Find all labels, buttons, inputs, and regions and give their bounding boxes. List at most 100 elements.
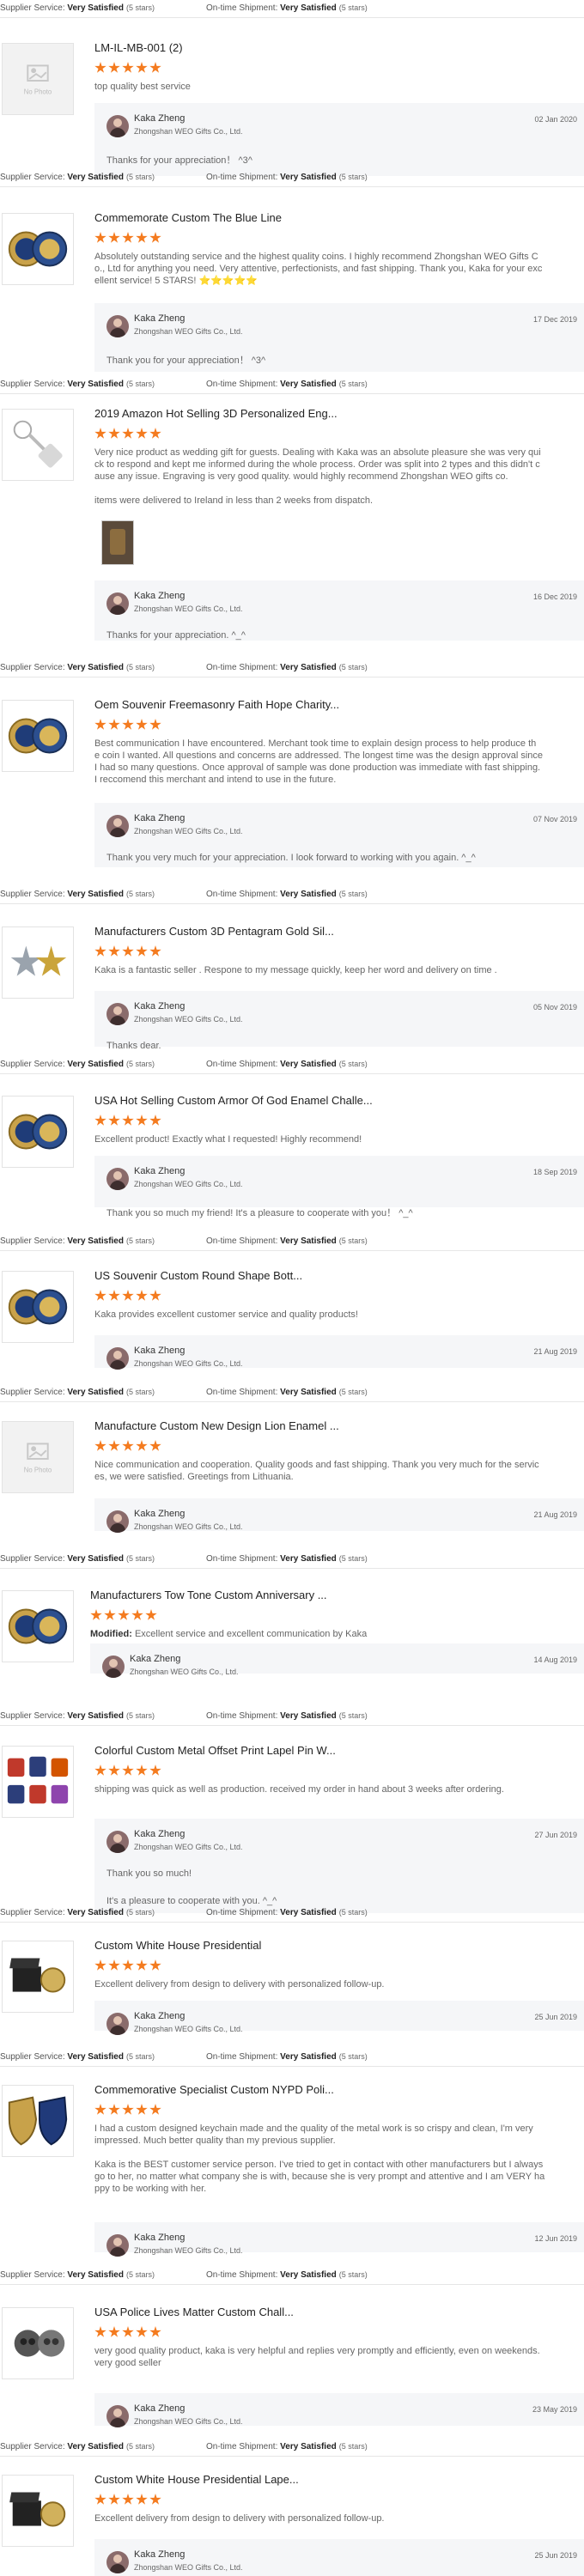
product-thumbnail[interactable]: [2, 2085, 74, 2157]
product-thumbnail[interactable]: [2, 927, 74, 999]
product-thumbnail[interactable]: [2, 2475, 74, 2547]
review-text-line: Nice communication and cooperation. Qual…: [94, 1460, 539, 1470]
reply-company: Zhongshan WEO Gifts Co., Ltd.: [134, 1522, 243, 1531]
product-thumbnail[interactable]: No Photo: [2, 43, 74, 115]
review-text-line: Kaka is the BEST customer service person…: [94, 2160, 544, 2170]
star-badge-icon: [3, 927, 73, 998]
rating-summary: Supplier Service: Very Satisfied (5 stars…: [0, 1551, 584, 1566]
star-icon: [108, 1115, 120, 1126]
star-icon: [136, 945, 148, 957]
product-thumbnail[interactable]: [2, 1746, 74, 1818]
product-thumbnail[interactable]: [2, 700, 74, 772]
product-thumbnail[interactable]: No Photo: [2, 1421, 74, 1493]
supplier-service-stars: (5 stars): [125, 2052, 155, 2061]
star-icon: [145, 1609, 157, 1620]
avatar: [106, 2405, 129, 2427]
ontime-shipment-label: On-time Shipment:: [206, 1388, 281, 1397]
reply-date: 21 Aug 2019: [533, 1347, 577, 1356]
reviews-page: Supplier Service: Very Satisfied (5 stars…: [0, 0, 584, 2576]
star-icon: [136, 1290, 148, 1301]
star-icon: [108, 2326, 120, 2337]
reply-author-name: Kaka Zheng: [134, 591, 186, 601]
product-title-link[interactable]: LM-IL-MB-001 (2): [94, 41, 183, 54]
reply-date: 07 Nov 2019: [532, 815, 577, 823]
ontime-shipment-label: On-time Shipment:: [206, 890, 281, 899]
star-icon: [94, 232, 106, 243]
reply-author-name: Kaka Zheng: [134, 1001, 186, 1012]
supplier-service-value: Very Satisfied: [67, 1554, 124, 1564]
ontime-shipment-value: Very Satisfied: [280, 890, 337, 899]
supplier-service-value: Very Satisfied: [67, 173, 124, 182]
review-text: Modified: Excellent service and excellen…: [90, 1628, 571, 1640]
star-icon: [108, 232, 120, 243]
product-title-link[interactable]: Manufacturers Custom 3D Pentagram Gold S…: [94, 925, 334, 938]
product-title-link[interactable]: USA Hot Selling Custom Armor Of God Enam…: [94, 1094, 373, 1107]
product-thumbnail[interactable]: [2, 1941, 74, 2013]
star-icon: [136, 62, 148, 73]
divider: [0, 2284, 584, 2285]
product-title-link[interactable]: 2019 Amazon Hot Selling 3D Personalized …: [94, 407, 338, 420]
product-title-link[interactable]: Oem Souvenir Freemasonry Faith Hope Char…: [94, 698, 339, 711]
star-icon: [108, 2104, 120, 2115]
product-thumbnail[interactable]: [2, 1590, 74, 1662]
product-title-link[interactable]: Commemorate Custom The Blue Line: [94, 211, 282, 224]
review-text: Kaka provides excellent customer service…: [94, 1309, 575, 1321]
ontime-shipment-stars: (5 stars): [338, 2270, 368, 2279]
rating-stars: [94, 2494, 161, 2506]
product-title-link[interactable]: Manufacture Custom New Design Lion Ename…: [94, 1419, 339, 1432]
coin-icon: [3, 1591, 73, 1662]
ontime-shipment-stars: (5 stars): [338, 890, 368, 898]
divider: [0, 2066, 584, 2067]
product-title-link[interactable]: Manufacturers Tow Tone Custom Anniversar…: [90, 1589, 327, 1601]
ontime-shipment-label: On-time Shipment:: [206, 1554, 281, 1564]
review-item: Commemorate Custom The Blue Line Absolute…: [0, 204, 584, 376]
star-icon: [94, 1290, 106, 1301]
product-thumbnail[interactable]: [2, 213, 74, 285]
rating-summary: Supplier Service: Very Satisfied (5 stars…: [0, 2267, 584, 2282]
reply-text: Thanks for your appreciation. ^_^: [106, 630, 246, 641]
supplier-service-value: Very Satisfied: [67, 1908, 124, 1917]
rating-stars: [94, 2326, 161, 2338]
star-icon: [136, 1765, 148, 1776]
supplier-service-label: Supplier Service:: [0, 1060, 68, 1069]
supplier-reply: Kaka Zheng Zhongshan WEO Gifts Co., Ltd. 2…: [94, 2393, 584, 2427]
svg-text:No Photo: No Photo: [24, 88, 52, 96]
supplier-reply: Kaka Zheng Zhongshan WEO Gifts Co., Ltd. 2…: [94, 1335, 584, 1370]
product-title-link[interactable]: USA Police Lives Matter Custom Chall...: [94, 2306, 294, 2318]
reply-author-name: Kaka Zheng: [134, 1166, 186, 1176]
review-text-line: [94, 2147, 575, 2159]
reply-company: Zhongshan WEO Gifts Co., Ltd.: [134, 1015, 243, 1024]
review-text-line: Very nice product as wedding gift for gu…: [94, 447, 541, 458]
reply-company: Zhongshan WEO Gifts Co., Ltd.: [130, 1668, 239, 1676]
supplier-service-value: Very Satisfied: [67, 2442, 124, 2451]
review-photo[interactable]: [101, 520, 134, 565]
ontime-shipment: On-time Shipment: Very Satisfied (5 stars…: [206, 0, 368, 16]
product-title-link[interactable]: Commemorative Specialist Custom NYPD Pol…: [94, 2083, 334, 2096]
supplier-service-value: Very Satisfied: [67, 2270, 124, 2280]
product-title-link[interactable]: US Souvenir Custom Round Shape Bott...: [94, 1269, 302, 1282]
star-icon: [149, 1115, 161, 1126]
product-thumbnail[interactable]: [2, 409, 74, 481]
star-icon: [149, 232, 161, 243]
supplier-service-value: Very Satisfied: [67, 663, 124, 672]
ontime-shipment-stars: (5 stars): [338, 1236, 368, 1245]
star-icon: [122, 1115, 134, 1126]
product-thumbnail[interactable]: [2, 1271, 74, 1343]
rating-stars: [94, 719, 161, 731]
product-title-link[interactable]: Custom White House Presidential Lape...: [94, 2473, 299, 2486]
ontime-shipment: On-time Shipment: Very Satisfied (5 stars…: [206, 2267, 368, 2283]
product-title-link[interactable]: Colorful Custom Metal Offset Print Lapel…: [94, 1744, 336, 1757]
supplier-service-stars: (5 stars): [125, 1554, 155, 1563]
product-thumbnail[interactable]: [2, 2307, 74, 2379]
rating-stars: [94, 62, 161, 74]
review-text: Kaka is a fantastic seller . Respone to …: [94, 964, 575, 976]
ontime-shipment-value: Very Satisfied: [280, 663, 337, 672]
product-thumbnail[interactable]: [2, 1096, 74, 1168]
reply-company: Zhongshan WEO Gifts Co., Ltd.: [134, 2417, 243, 2426]
product-title-link[interactable]: Custom White House Presidential: [94, 1939, 261, 1952]
review-text-line: Excellent product! Exactly what I reques…: [94, 1134, 362, 1145]
star-icon: [136, 428, 148, 439]
ontime-shipment-stars: (5 stars): [338, 380, 368, 388]
star-icon: [149, 2494, 161, 2505]
review-text-line: Best communication I have encountered. M…: [94, 738, 537, 749]
